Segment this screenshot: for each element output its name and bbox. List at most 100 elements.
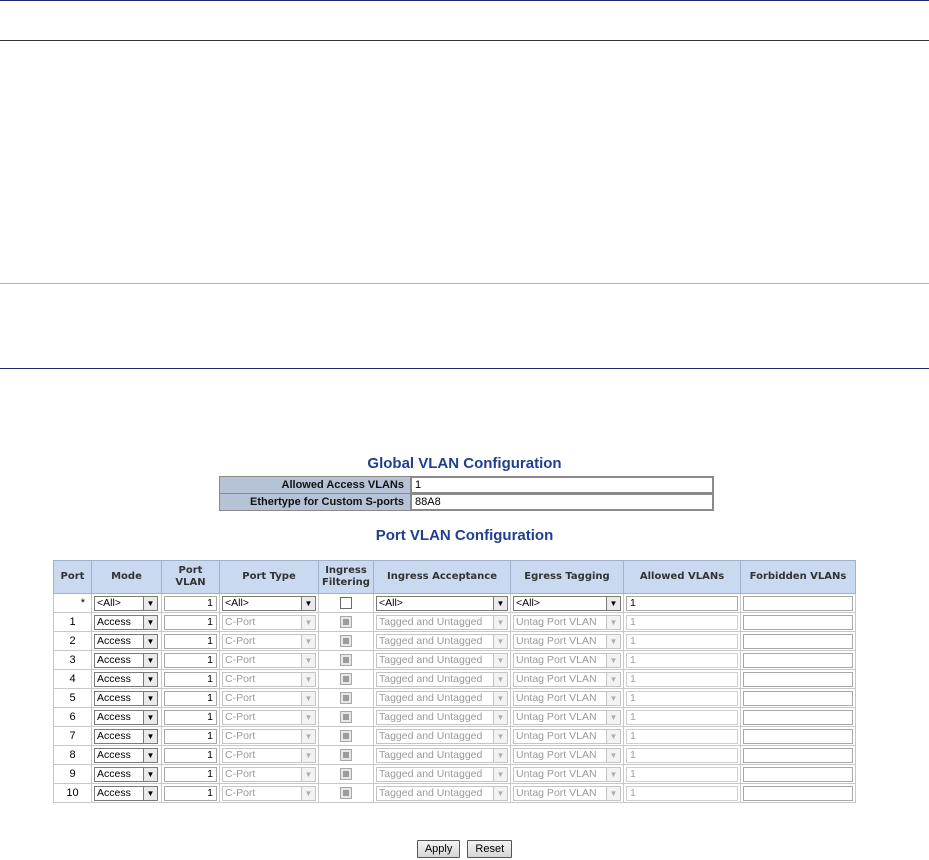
port-vlan-input[interactable]: 1 <box>164 785 217 801</box>
ingress-filtering-checkbox[interactable] <box>340 654 352 667</box>
port-type-select[interactable]: C-Port ▼ <box>222 690 316 706</box>
egress-tagging-select[interactable]: Untag Port VLAN ▼ <box>513 671 621 687</box>
port-type-select[interactable]: C-Port ▼ <box>222 671 316 687</box>
ingress-filtering-checkbox[interactable] <box>340 711 352 724</box>
ingress-acceptance-select[interactable]: Tagged and Untagged ▼ <box>376 785 508 801</box>
ingress-filtering-checkbox[interactable] <box>340 616 352 629</box>
port-vlan-input[interactable]: 1 <box>164 747 217 763</box>
forbidden-vlans-input[interactable] <box>743 728 853 744</box>
port-type-select[interactable]: C-Port ▼ <box>222 709 316 725</box>
port-vlan-input[interactable]: 1 <box>164 652 217 668</box>
allowed-vlans-input[interactable]: 1 <box>626 785 738 801</box>
port-vlan-input[interactable]: 1 <box>164 671 217 687</box>
port-vlan-input[interactable]: 1 <box>164 728 217 744</box>
forbidden-vlans-input[interactable] <box>743 614 853 630</box>
allowed-vlans-input-all[interactable]: 1 <box>626 595 738 611</box>
forbidden-vlans-input[interactable] <box>743 785 853 801</box>
chevron-down-icon: ▼ <box>493 748 507 762</box>
port-table-header: Port Mode Port VLAN Port Type Ingress Fi… <box>53 560 856 594</box>
egress-tagging-select-all[interactable]: <All> ▼ <box>513 595 621 611</box>
egress-tagging-select[interactable]: Untag Port VLAN ▼ <box>513 747 621 763</box>
allowed-vlans-input[interactable]: 1 <box>626 633 738 649</box>
forbidden-vlans-input[interactable] <box>743 633 853 649</box>
allowed-vlans-input[interactable]: 1 <box>626 671 738 687</box>
ingress-filtering-checkbox[interactable] <box>340 787 352 800</box>
mode-select[interactable]: Access ▼ <box>94 785 158 801</box>
ingress-acceptance-select[interactable]: Tagged and Untagged ▼ <box>376 709 508 725</box>
allowed-vlans-input[interactable]: 1 <box>626 614 738 630</box>
allowed-vlans-input[interactable]: 1 <box>626 652 738 668</box>
ingress-filtering-checkbox[interactable] <box>340 749 352 762</box>
forbidden-vlans-input[interactable] <box>743 671 853 687</box>
ingress-acceptance-select[interactable]: Tagged and Untagged ▼ <box>376 690 508 706</box>
allowed-vlans-input[interactable]: 1 <box>626 709 738 725</box>
allowed-vlans-input[interactable]: 1 <box>626 690 738 706</box>
ingress-filtering-checkbox[interactable] <box>340 692 352 705</box>
forbidden-vlans-input[interactable] <box>743 690 853 706</box>
mode-select[interactable]: Access ▼ <box>94 614 158 630</box>
apply-button[interactable]: Apply <box>416 840 461 858</box>
allowed-vlans-input[interactable]: 1 <box>626 747 738 763</box>
port-type-select[interactable]: C-Port ▼ <box>222 633 316 649</box>
ingress-acceptance-select[interactable]: Tagged and Untagged ▼ <box>376 766 508 782</box>
ingress-acceptance-select[interactable]: Tagged and Untagged ▼ <box>376 614 508 630</box>
egress-tagging-select[interactable]: Untag Port VLAN ▼ <box>513 633 621 649</box>
reset-button[interactable]: Reset <box>467 840 513 858</box>
port-type-select-all[interactable]: <All> ▼ <box>222 595 316 611</box>
forbidden-vlans-input[interactable] <box>743 766 853 782</box>
port-vlan-input[interactable]: 1 <box>164 614 217 630</box>
forbidden-vlans-input[interactable] <box>743 709 853 725</box>
forbidden-vlans-input[interactable] <box>743 747 853 763</box>
chevron-down-icon: ▼ <box>301 691 315 705</box>
egress-tagging-select[interactable]: Untag Port VLAN ▼ <box>513 690 621 706</box>
mode-select[interactable]: Access ▼ <box>94 747 158 763</box>
ingress-acceptance-select[interactable]: Tagged and Untagged ▼ <box>376 652 508 668</box>
mode-select[interactable]: Access ▼ <box>94 671 158 687</box>
mode-select[interactable]: Access ▼ <box>94 766 158 782</box>
forbidden-vlans-input-all[interactable] <box>743 595 853 611</box>
port-vlan-input[interactable]: 1 <box>164 633 217 649</box>
port-type-select[interactable]: C-Port ▼ <box>222 728 316 744</box>
ingress-acceptance-select[interactable]: Tagged and Untagged ▼ <box>376 728 508 744</box>
ingress-filtering-checkbox[interactable] <box>340 673 352 686</box>
ethertype-input[interactable] <box>411 494 713 510</box>
port-vlan-input[interactable]: 1 <box>164 709 217 725</box>
port-type-select[interactable]: C-Port ▼ <box>222 614 316 630</box>
mode-select[interactable]: Access ▼ <box>94 728 158 744</box>
allowed-vlans-input[interactable]: 1 <box>626 728 738 744</box>
mode-select-all[interactable]: <All> ▼ <box>94 595 158 611</box>
ingress-acceptance-select[interactable]: Tagged and Untagged ▼ <box>376 633 508 649</box>
ingress-acceptance-select[interactable]: Tagged and Untagged ▼ <box>376 671 508 687</box>
allowed-vlans-input[interactable]: 1 <box>626 766 738 782</box>
chevron-down-icon: ▼ <box>606 729 620 743</box>
port-type-select[interactable]: C-Port ▼ <box>222 785 316 801</box>
ingress-acceptance-select-all[interactable]: <All> ▼ <box>376 595 508 611</box>
egress-tagging-select[interactable]: Untag Port VLAN ▼ <box>513 766 621 782</box>
allowed-access-input[interactable] <box>411 477 713 493</box>
mode-select[interactable]: Access ▼ <box>94 709 158 725</box>
chevron-down-icon: ▼ <box>301 634 315 648</box>
egress-tagging-select[interactable]: Untag Port VLAN ▼ <box>513 728 621 744</box>
egress-tagging-select[interactable]: Untag Port VLAN ▼ <box>513 652 621 668</box>
mode-select[interactable]: Access ▼ <box>94 633 158 649</box>
col-port: Port <box>53 560 92 594</box>
port-type-select[interactable]: C-Port ▼ <box>222 747 316 763</box>
ingress-filtering-checkbox-all[interactable] <box>340 597 352 610</box>
chevron-down-icon: ▼ <box>143 767 157 781</box>
port-vlan-input[interactable]: 1 <box>164 766 217 782</box>
egress-tagging-select[interactable]: Untag Port VLAN ▼ <box>513 614 621 630</box>
port-type-select[interactable]: C-Port ▼ <box>222 652 316 668</box>
chevron-down-icon: ▼ <box>493 786 507 800</box>
forbidden-vlans-input[interactable] <box>743 652 853 668</box>
mode-select[interactable]: Access ▼ <box>94 652 158 668</box>
port-vlan-input-all[interactable]: 1 <box>164 595 217 611</box>
ingress-acceptance-select[interactable]: Tagged and Untagged ▼ <box>376 747 508 763</box>
egress-tagging-select[interactable]: Untag Port VLAN ▼ <box>513 709 621 725</box>
port-type-select[interactable]: C-Port ▼ <box>222 766 316 782</box>
ingress-filtering-checkbox[interactable] <box>340 635 352 648</box>
port-vlan-input[interactable]: 1 <box>164 690 217 706</box>
egress-tagging-select[interactable]: Untag Port VLAN ▼ <box>513 785 621 801</box>
ingress-filtering-checkbox[interactable] <box>340 768 352 781</box>
mode-select[interactable]: Access ▼ <box>94 690 158 706</box>
ingress-filtering-checkbox[interactable] <box>340 730 352 743</box>
